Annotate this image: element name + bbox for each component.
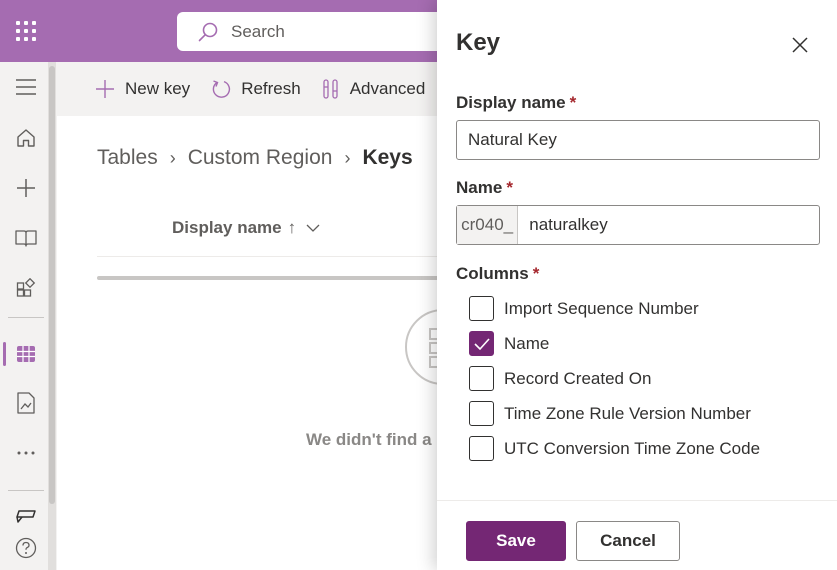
left-nav-rail [0, 62, 52, 570]
checkbox[interactable] [469, 436, 494, 461]
loading-bar [97, 276, 477, 280]
help-icon[interactable] [0, 528, 52, 568]
empty-state-text: We didn't find a [306, 430, 432, 449]
required-marker: * [532, 264, 540, 283]
breadcrumb: Tables › Custom Region › Keys [97, 146, 413, 170]
footer-divider [437, 500, 837, 501]
apps-icon[interactable] [0, 268, 52, 308]
display-name-field[interactable] [456, 120, 820, 160]
checkbox-checked[interactable] [469, 331, 494, 356]
required-marker: * [506, 178, 513, 197]
columns-label: Columns * [456, 264, 540, 283]
checkbox-label: Import Sequence Number [504, 298, 699, 318]
close-icon[interactable] [785, 30, 815, 60]
sort-ascending-icon: ↑ [287, 218, 297, 237]
waffle-icon[interactable] [0, 0, 52, 62]
new-key-label: New key [125, 79, 191, 98]
panel-title: Key [456, 29, 501, 56]
column-checkbox-row[interactable]: UTC Conversion Time Zone Code [469, 436, 760, 461]
chevron-down-icon [306, 224, 320, 232]
home-icon[interactable] [0, 118, 52, 158]
column-checkbox-row[interactable]: Time Zone Rule Version Number [469, 401, 751, 426]
name-input[interactable] [518, 206, 819, 244]
header-divider [97, 256, 477, 257]
rail-divider [8, 317, 44, 318]
column-header-label: Display name [172, 218, 282, 237]
column-checkbox-row[interactable]: Import Sequence Number [469, 296, 699, 321]
checkbox-label: Record Created On [504, 368, 652, 388]
plus-icon [96, 80, 114, 98]
cancel-button[interactable]: Cancel [576, 521, 680, 561]
hamburger-icon[interactable] [0, 67, 52, 107]
name-field[interactable]: cr040_ [456, 205, 820, 245]
new-key-button[interactable]: New key [95, 79, 190, 99]
search-box[interactable] [177, 12, 477, 51]
checkbox-label: UTC Conversion Time Zone Code [504, 438, 761, 458]
checkbox-label: Name [504, 333, 550, 353]
advanced-button[interactable]: Advanced [322, 78, 426, 100]
key-panel: Key Display name* Name* cr040_ Columns* … [437, 0, 837, 570]
display-name-input[interactable] [457, 121, 819, 159]
column-checkbox-row[interactable]: Name [469, 331, 549, 356]
refresh-button[interactable]: Refresh [211, 79, 301, 99]
name-label: Name * [456, 178, 513, 197]
tools-icon [323, 79, 338, 99]
rail-divider [8, 490, 44, 491]
refresh-label: Refresh [241, 79, 301, 98]
checkbox[interactable] [469, 401, 494, 426]
save-button[interactable]: Save [466, 521, 566, 561]
breadcrumb-keys: Keys [362, 146, 413, 169]
plus-icon[interactable] [0, 168, 52, 208]
checkmark-icon [473, 337, 490, 350]
search-icon [198, 22, 218, 41]
table-icon[interactable] [0, 334, 52, 374]
checkbox-label: Time Zone Rule Version Number [504, 403, 751, 423]
breadcrumb-tables[interactable]: Tables [97, 146, 158, 170]
checkbox[interactable] [469, 296, 494, 321]
display-name-label: Display name * [456, 93, 577, 112]
chevron-right-icon: › [344, 147, 351, 168]
breadcrumb-custom-region[interactable]: Custom Region [188, 146, 333, 170]
chevron-right-icon: › [169, 147, 176, 168]
rail-scrollbar[interactable] [48, 62, 56, 570]
publisher-prefix: cr040_ [457, 206, 519, 244]
refresh-icon [212, 80, 231, 98]
checkbox[interactable] [469, 366, 494, 391]
column-checkbox-row[interactable]: Record Created On [469, 366, 651, 391]
search-input[interactable] [231, 21, 431, 42]
column-header-display-name[interactable]: Display name ↑ [172, 218, 320, 238]
more-icon[interactable] [0, 433, 52, 473]
required-marker: * [569, 93, 577, 112]
advanced-label: Advanced [349, 79, 426, 98]
report-icon[interactable] [0, 383, 52, 423]
book-icon[interactable] [0, 218, 52, 258]
